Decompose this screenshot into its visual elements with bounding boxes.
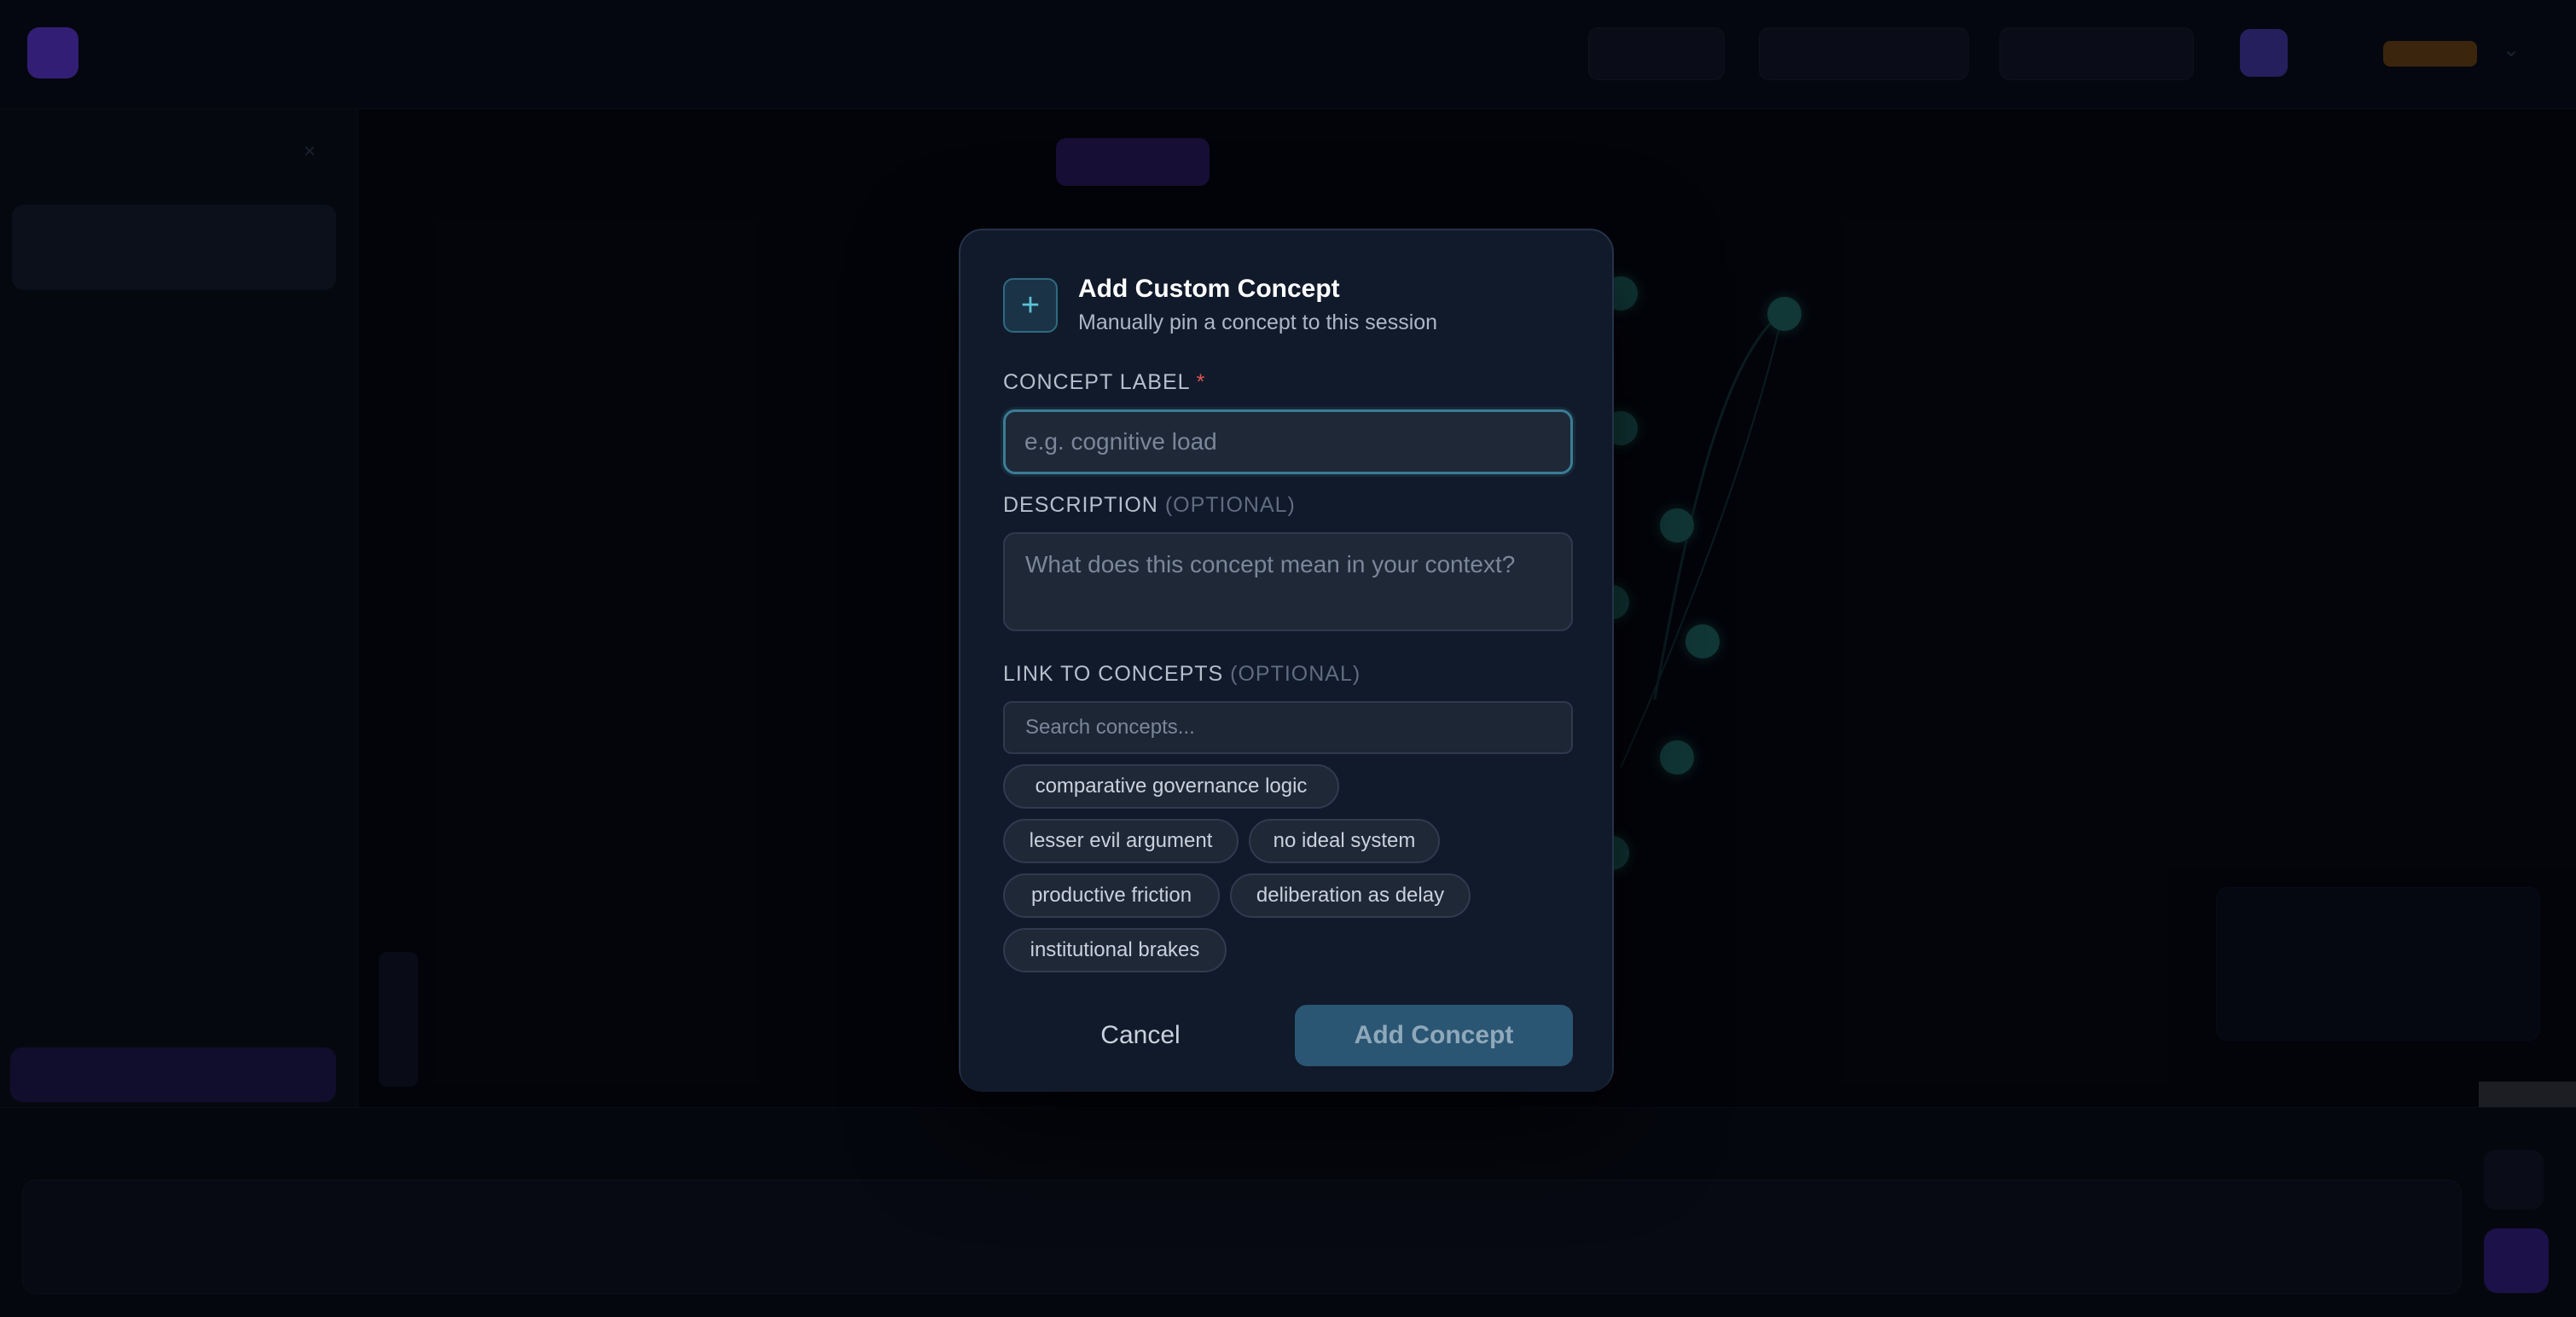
concept-search-input[interactable]: [1003, 701, 1573, 754]
description-textarea[interactable]: [1003, 532, 1573, 631]
add-concept-button[interactable]: Add Concept: [1295, 1005, 1573, 1066]
concept-label-heading: CONCEPT LABEL *: [1003, 370, 1205, 395]
cancel-button[interactable]: Cancel: [1003, 1005, 1278, 1066]
link-concepts-heading: LINK TO CONCEPTS (OPTIONAL): [1003, 662, 1361, 687]
optional-tag: (OPTIONAL): [1164, 493, 1296, 517]
concept-chip[interactable]: no ideal system: [1249, 819, 1440, 863]
concept-label-input[interactable]: [1003, 409, 1573, 474]
dialog-title: Add Custom Concept: [1078, 275, 1340, 303]
dialog-footer: Cancel Add Concept: [960, 974, 1612, 1092]
required-mark: *: [1196, 370, 1206, 394]
description-label-text: DESCRIPTION: [1003, 493, 1158, 517]
optional-tag: (OPTIONAL): [1230, 662, 1361, 686]
concept-chip[interactable]: lesser evil argument: [1003, 819, 1239, 863]
concept-chip[interactable]: comparative governance logic: [1003, 764, 1339, 809]
concept-chip[interactable]: productive friction: [1003, 873, 1220, 918]
concept-label-text: CONCEPT LABEL: [1003, 370, 1190, 394]
plus-icon: +: [1003, 278, 1058, 333]
concept-chip[interactable]: deliberation as delay: [1230, 873, 1471, 918]
link-label-text: LINK TO CONCEPTS: [1003, 662, 1224, 686]
add-concept-dialog: + Add Custom Concept Manually pin a conc…: [959, 229, 1614, 1092]
description-heading: DESCRIPTION (OPTIONAL): [1003, 493, 1296, 518]
concept-chip[interactable]: institutional brakes: [1003, 928, 1227, 972]
dialog-subtitle: Manually pin a concept to this session: [1078, 310, 1438, 334]
